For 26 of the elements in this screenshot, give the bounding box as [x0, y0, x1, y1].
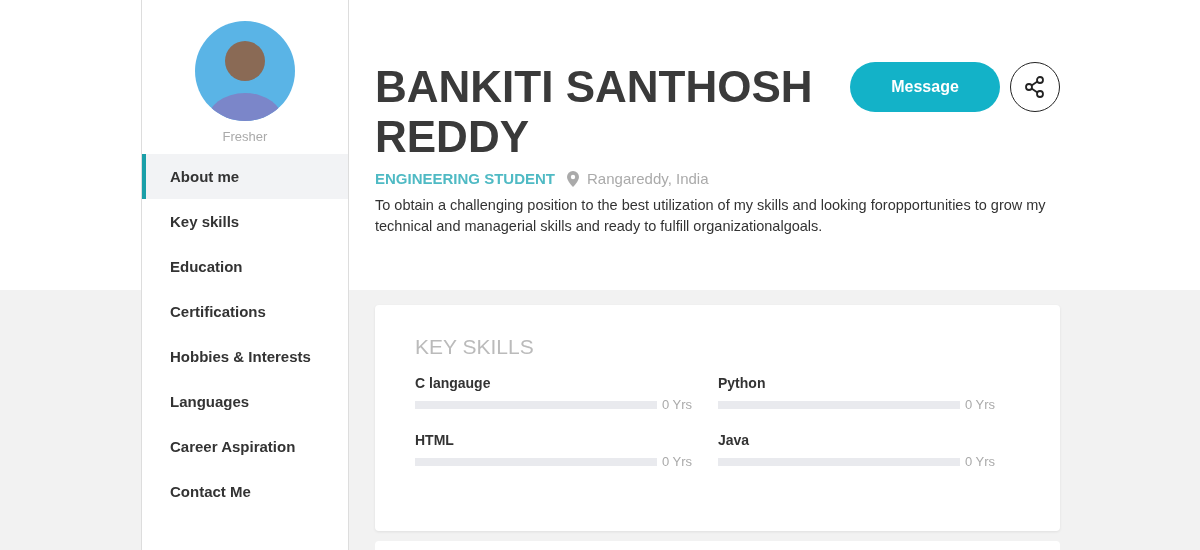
- share-button[interactable]: [1010, 62, 1060, 112]
- skill-name: C langauge: [415, 375, 492, 391]
- job-title: ENGINEERING STUDENT: [375, 170, 555, 187]
- nav-item[interactable]: Contact Me: [142, 469, 348, 514]
- share-icon: [1023, 75, 1047, 99]
- nav-item[interactable]: Hobbies & Interests: [142, 334, 348, 379]
- nav-item[interactable]: Languages: [142, 379, 348, 424]
- avatar-icon: [195, 21, 295, 121]
- location-pin-icon: [567, 170, 579, 187]
- nav-item[interactable]: Certifications: [142, 289, 348, 334]
- summary-text: To obtain a challenging position to the best utilization of my skills and looking foropportunities to grow my technical and managerial skills and ready to fulfill organizationalgoals.: [375, 196, 1047, 236]
- experience-text: 0 Yrs: [964, 454, 995, 469]
- nav-item[interactable]: About me: [142, 154, 348, 199]
- experience-text: 0 Yrs: [661, 397, 692, 412]
- location-text: Rangareddy, India: [587, 170, 709, 187]
- skill-name: Python: [718, 375, 767, 391]
- experience-text: 0 Yrs: [661, 454, 692, 469]
- section-title: KEY SKILLS: [415, 335, 535, 359]
- experience-text: 0 Yrs: [964, 397, 995, 412]
- skill-name: HTML: [415, 432, 455, 448]
- status-label: Fresher: [221, 129, 269, 144]
- skill-name: Java: [718, 432, 751, 448]
- profile-name: BANKITI SANTHOSH REDDY: [375, 62, 814, 162]
- nav-item[interactable]: Career Aspiration: [142, 424, 348, 469]
- nav-item[interactable]: Education: [142, 244, 348, 289]
- nav-item[interactable]: Key skills: [142, 199, 348, 244]
